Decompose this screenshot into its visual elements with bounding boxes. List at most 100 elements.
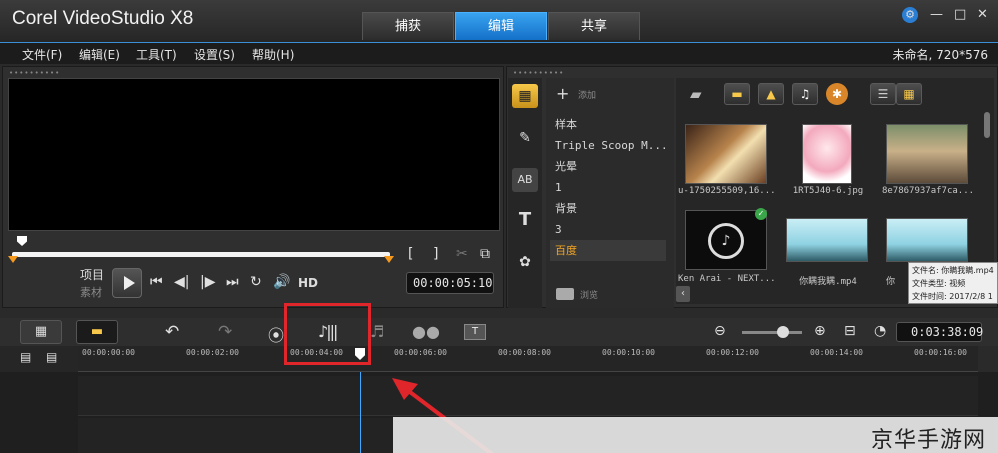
undo-icon[interactable]: ↶ xyxy=(165,322,179,342)
show-photo-icon[interactable]: ▲ xyxy=(758,83,784,105)
track-manager-icon[interactable]: ▤ xyxy=(20,350,31,364)
folder-open-icon[interactable]: ▰ xyxy=(690,85,702,103)
auto-music-icon[interactable]: ♬ xyxy=(370,322,384,341)
library-folders: + 添加 样本 Triple Scoop M... 光晕 1 背景 3 百度 浏… xyxy=(546,78,674,308)
folder-item[interactable]: Triple Scoop M... xyxy=(550,135,666,156)
video-thumbnail[interactable] xyxy=(786,218,868,262)
media-icon[interactable]: ▦ xyxy=(512,84,538,108)
tooltip-filetype: 文件类型: 视频 xyxy=(912,279,966,288)
add-chapter-icon[interactable]: ▤ xyxy=(46,350,57,364)
list-view-icon[interactable]: ☰ xyxy=(870,83,896,105)
menu-help[interactable]: 帮助(H) xyxy=(252,46,294,63)
redo-icon[interactable]: ↷ xyxy=(218,322,232,342)
project-duration: 0:03:38:09 xyxy=(896,322,983,342)
thumbnail-view-icon[interactable]: ▦ xyxy=(896,83,922,105)
add-icon[interactable]: + xyxy=(556,84,569,103)
play-button[interactable] xyxy=(112,268,142,298)
browse-icon[interactable] xyxy=(556,288,574,300)
browse-label[interactable]: 浏览 xyxy=(580,288,598,301)
text-icon[interactable]: T xyxy=(512,208,538,232)
folder-item[interactable]: 3 xyxy=(550,219,666,240)
record-capture-icon[interactable]: ⦿ xyxy=(268,322,284,346)
media-thumbnail[interactable] xyxy=(886,124,968,184)
fit-project-icon[interactable]: ⊟ xyxy=(844,323,856,339)
play-icon xyxy=(124,276,135,290)
mode-project[interactable]: 项目 xyxy=(80,266,104,283)
ruler-tick-label: 00:00:12:00 xyxy=(706,348,759,357)
zoom-slider-handle[interactable] xyxy=(777,326,789,338)
library-scrollbar[interactable] xyxy=(984,112,990,138)
storyboard-view-icon[interactable]: ▦ xyxy=(20,320,62,344)
mark-in-handle[interactable] xyxy=(8,256,18,263)
scissors-icon[interactable]: ✂ xyxy=(456,246,468,262)
tab-edit[interactable]: 编辑 xyxy=(455,12,547,40)
enlarge-icon[interactable]: ⧉ xyxy=(480,246,490,262)
folder-item[interactable]: 背景 xyxy=(550,198,666,219)
media-caption: u-1750255509,16... xyxy=(678,186,774,196)
title-ab-icon[interactable]: AB xyxy=(512,168,538,192)
menu-settings[interactable]: 设置(S) xyxy=(194,46,235,63)
show-video-icon[interactable]: ▬ xyxy=(724,83,750,105)
volume-icon[interactable]: 🔊 xyxy=(273,274,290,290)
preview-screen xyxy=(8,78,500,231)
mark-out-handle[interactable] xyxy=(384,256,394,263)
tab-capture[interactable]: 捕获 xyxy=(362,12,454,40)
ruler-tick-label: 00:00:16:00 xyxy=(914,348,967,357)
app-window: Corel VideoStudio X8 捕获 编辑 共享 ⚙ — □ ✕ 文件… xyxy=(0,0,998,453)
scroll-left-icon[interactable]: ‹ xyxy=(676,286,690,302)
next-frame-icon[interactable]: |▶ xyxy=(200,274,215,290)
repeat-icon[interactable]: ↻ xyxy=(250,274,262,290)
media-caption: 你瞒我瞒.mp4 xyxy=(799,277,857,287)
ruler-tick-label: 00:00:00:00 xyxy=(82,348,135,357)
folder-item[interactable]: 1 xyxy=(550,177,666,198)
add-label[interactable]: 添加 xyxy=(578,88,596,101)
timeline-view-icon[interactable]: ▬ xyxy=(76,320,118,344)
media-thumbnail[interactable] xyxy=(685,124,767,184)
subtitle-editor-icon[interactable]: T xyxy=(464,324,486,340)
highlight-box xyxy=(284,303,371,365)
minimize-button[interactable]: — xyxy=(930,7,943,22)
audio-thumbnail[interactable]: ♪ xyxy=(685,210,767,270)
show-audio-icon[interactable]: ♫ xyxy=(792,83,818,105)
prev-frame-icon[interactable]: ◀| xyxy=(174,274,189,290)
folder-item[interactable]: 光晕 xyxy=(550,156,666,177)
mode-clip[interactable]: 素材 xyxy=(80,284,102,300)
tooltip-filetime: 文件时间: 2017/2/8 1 xyxy=(912,292,993,301)
mark-in-button[interactable]: [ xyxy=(408,246,413,262)
hd-toggle[interactable]: HD xyxy=(298,276,318,290)
video-track[interactable] xyxy=(78,376,978,416)
zoom-out-icon[interactable]: ⊖ xyxy=(714,323,726,339)
mark-out-button[interactable]: ] xyxy=(433,246,438,262)
menu-bar: 文件(F) 编辑(E) 工具(T) 设置(S) 帮助(H) 未命名, 720*5… xyxy=(0,42,998,64)
ruler-tick-label: 00:00:14:00 xyxy=(810,348,863,357)
tab-share[interactable]: 共享 xyxy=(548,12,640,40)
tooltip-filename: 文件名: 你瞒我瞒.mp4 xyxy=(912,266,994,275)
close-button[interactable]: ✕ xyxy=(977,7,988,22)
video-thumbnail[interactable] xyxy=(886,218,968,262)
menu-tools[interactable]: 工具(T) xyxy=(136,46,177,63)
settings-gear-icon[interactable]: ⚙ xyxy=(902,7,918,23)
menu-file[interactable]: 文件(F) xyxy=(22,46,62,63)
graphics-icon[interactable]: ✿ xyxy=(512,250,538,274)
panel-grip[interactable]: •••••••••• xyxy=(9,69,60,77)
clock-icon: ◔ xyxy=(874,323,887,339)
zoom-in-icon[interactable]: ⊕ xyxy=(814,323,826,339)
folder-item-selected[interactable]: 百度 xyxy=(550,240,666,261)
folder-item[interactable]: 样本 xyxy=(550,114,666,135)
library-grip[interactable]: •••••••••• xyxy=(513,69,564,77)
sort-icon[interactable]: ✱ xyxy=(826,83,848,105)
scrub-bar[interactable] xyxy=(12,252,390,257)
zoom-slider[interactable] xyxy=(742,331,802,334)
timeline-grip[interactable] xyxy=(0,310,998,318)
timecode-display[interactable]: 00:00:05:10 xyxy=(406,272,494,294)
maximize-button[interactable]: □ xyxy=(954,7,966,22)
menu-edit[interactable]: 编辑(E) xyxy=(79,46,120,63)
music-disc-icon: ♪ xyxy=(708,223,744,259)
library-sidebar: ▦ ✎ AB T ✿ xyxy=(508,78,542,308)
transition-icon[interactable]: ✎ xyxy=(512,126,538,150)
motion-tracking-icon[interactable]: ●● xyxy=(412,322,440,341)
go-start-icon[interactable]: ⏮ xyxy=(150,274,163,290)
go-end-icon[interactable]: ⏭ xyxy=(226,274,239,290)
media-thumbnail[interactable] xyxy=(802,124,852,184)
timeline-ruler[interactable]: 00:00:00:00 00:00:02:00 00:00:04:00 00:0… xyxy=(78,346,978,372)
